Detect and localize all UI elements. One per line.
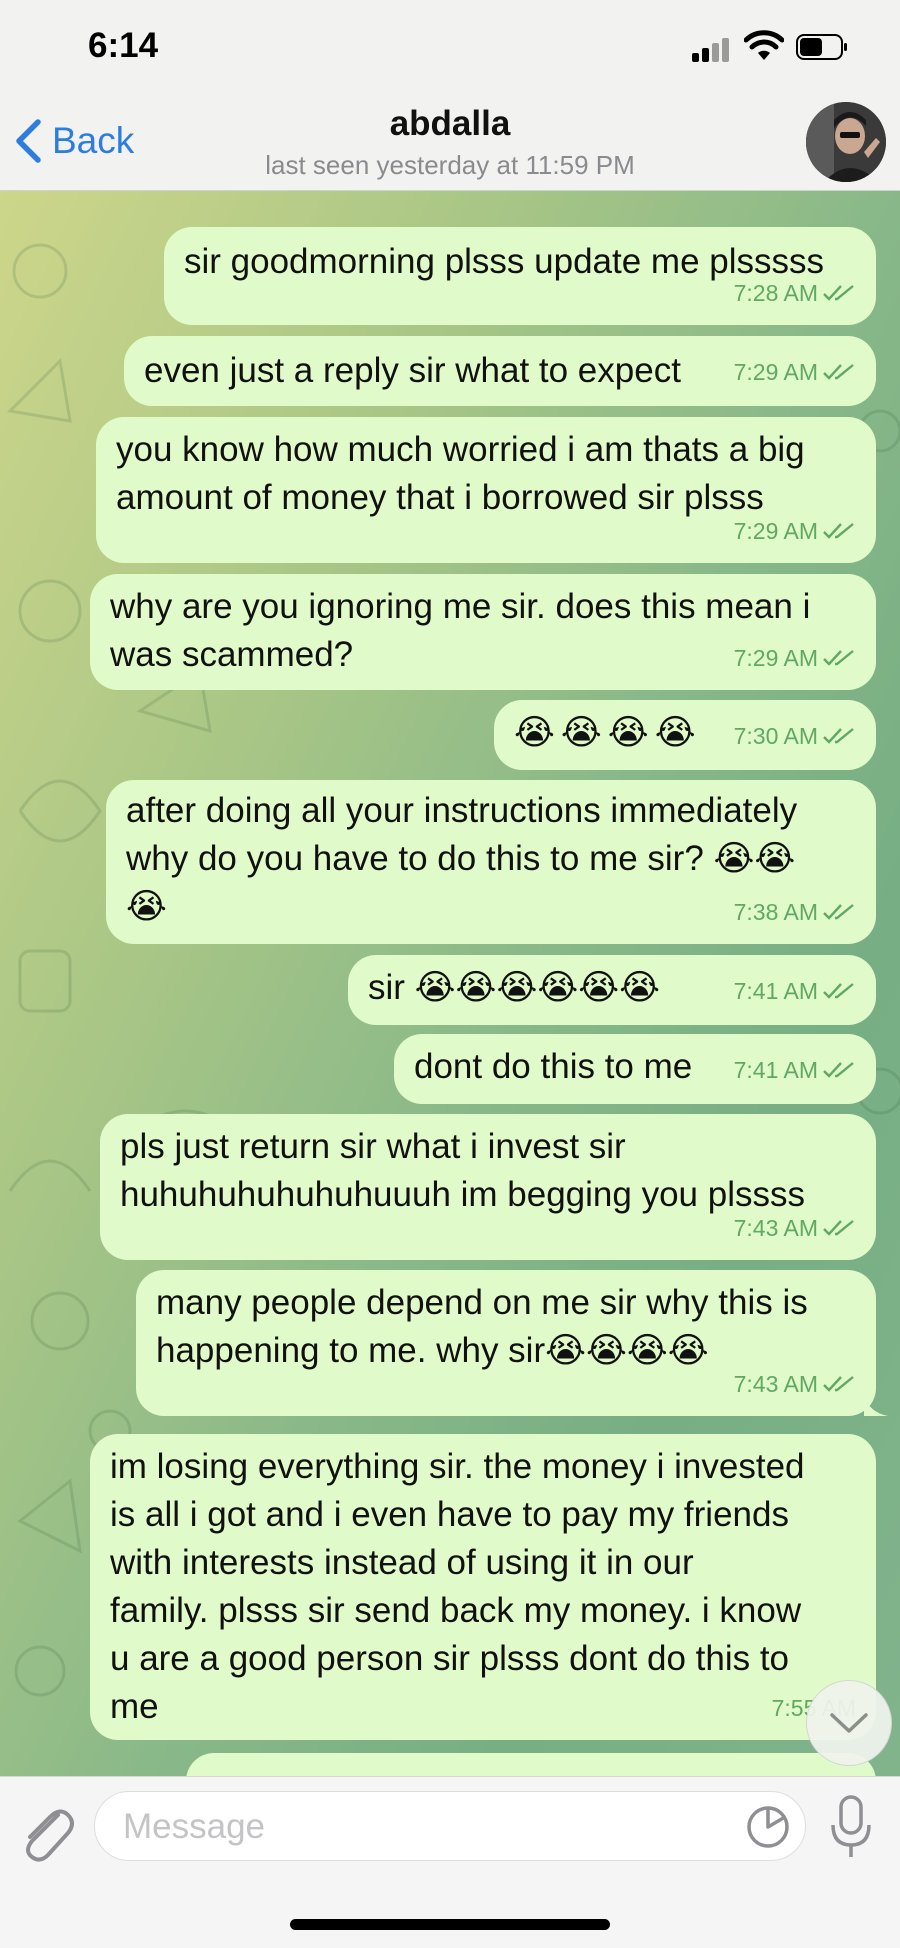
scroll-to-bottom-button[interactable]: [806, 1680, 892, 1766]
read-checkmarks-icon: [823, 1062, 854, 1078]
bubble-tail: [864, 1394, 888, 1416]
message-bubble[interactable]: sir 😭😭😭😭😭😭 7:41 AM: [348, 955, 876, 1025]
read-checkmarks-icon: [823, 364, 854, 380]
message-bubble[interactable]: sir goodmorning plsss update me plsssss …: [164, 227, 876, 325]
message-bubble[interactable]: im losing everything sir. the money i in…: [90, 1434, 876, 1740]
message-time: 7:38 AM: [733, 899, 818, 925]
message-time: 7:43 AM: [733, 1371, 818, 1397]
message-list[interactable]: sir goodmorning plsss update me plsssss …: [0, 191, 900, 1776]
cellular-signal-icon: [692, 38, 732, 62]
read-checkmarks-icon: [823, 983, 854, 999]
contact-name[interactable]: abdalla: [0, 104, 900, 144]
wifi-icon: [744, 30, 784, 60]
attach-paperclip-icon[interactable]: [18, 1801, 76, 1863]
message-time: 7:30 AM: [733, 723, 818, 749]
message-input[interactable]: [121, 1802, 725, 1852]
message-bubble[interactable]: many people depend on me sir why this is…: [136, 1270, 888, 1416]
status-time: 6:14: [88, 26, 159, 65]
home-indicator: [290, 1919, 610, 1930]
read-checkmarks-icon: [823, 523, 854, 539]
avatar[interactable]: [806, 102, 886, 182]
message-field[interactable]: [94, 1791, 806, 1861]
chat-header: Back abdalla last seen yesterday at 11:5…: [0, 92, 900, 191]
message-time: 7:29 AM: [733, 359, 818, 385]
status-bar: 6:14: [0, 0, 900, 92]
message-time: 7:29 AM: [733, 518, 818, 544]
message-bubble[interactable]: dont do this to me 7:41 AM: [394, 1034, 876, 1104]
read-checkmarks-icon: [823, 650, 854, 666]
read-checkmarks-icon: [823, 1376, 854, 1392]
sticker-icon[interactable]: [745, 1804, 791, 1850]
microphone-icon[interactable]: [828, 1795, 874, 1861]
message-time: 7:28 AM: [733, 280, 818, 306]
message-bubble[interactable]: pls just return sir what i invest sir hu…: [100, 1114, 876, 1260]
message-bubble[interactable]: even just a reply sir what to expect 7:2…: [124, 336, 876, 406]
read-checkmarks-icon: [823, 904, 854, 920]
last-seen-status: last seen yesterday at 11:59 PM: [265, 150, 635, 180]
message-bubble[interactable]: [186, 1753, 876, 1776]
message-time: 7:41 AM: [733, 1057, 818, 1083]
message-bubble[interactable]: 😭😭😭😭 7:30 AM: [494, 700, 876, 770]
battery-icon: [796, 34, 847, 60]
message-time: 7:41 AM: [733, 978, 818, 1004]
message-time: 7:43 AM: [733, 1215, 818, 1241]
message-bubble[interactable]: why are you ignoring me sir. does this m…: [90, 574, 876, 690]
read-checkmarks-icon: [823, 285, 854, 301]
read-checkmarks-icon: [823, 1220, 854, 1236]
chevron-down-icon: [830, 1713, 868, 1733]
message-bubble[interactable]: you know how much worried i am thats a b…: [96, 417, 876, 563]
message-text: im losing everything sir. the money i in…: [110, 1447, 805, 1726]
message-bubble[interactable]: after doing all your instructions immedi…: [106, 780, 876, 944]
message-time: 7:29 AM: [733, 645, 818, 671]
read-checkmarks-icon: [823, 728, 854, 744]
message-composer: [0, 1776, 900, 1948]
